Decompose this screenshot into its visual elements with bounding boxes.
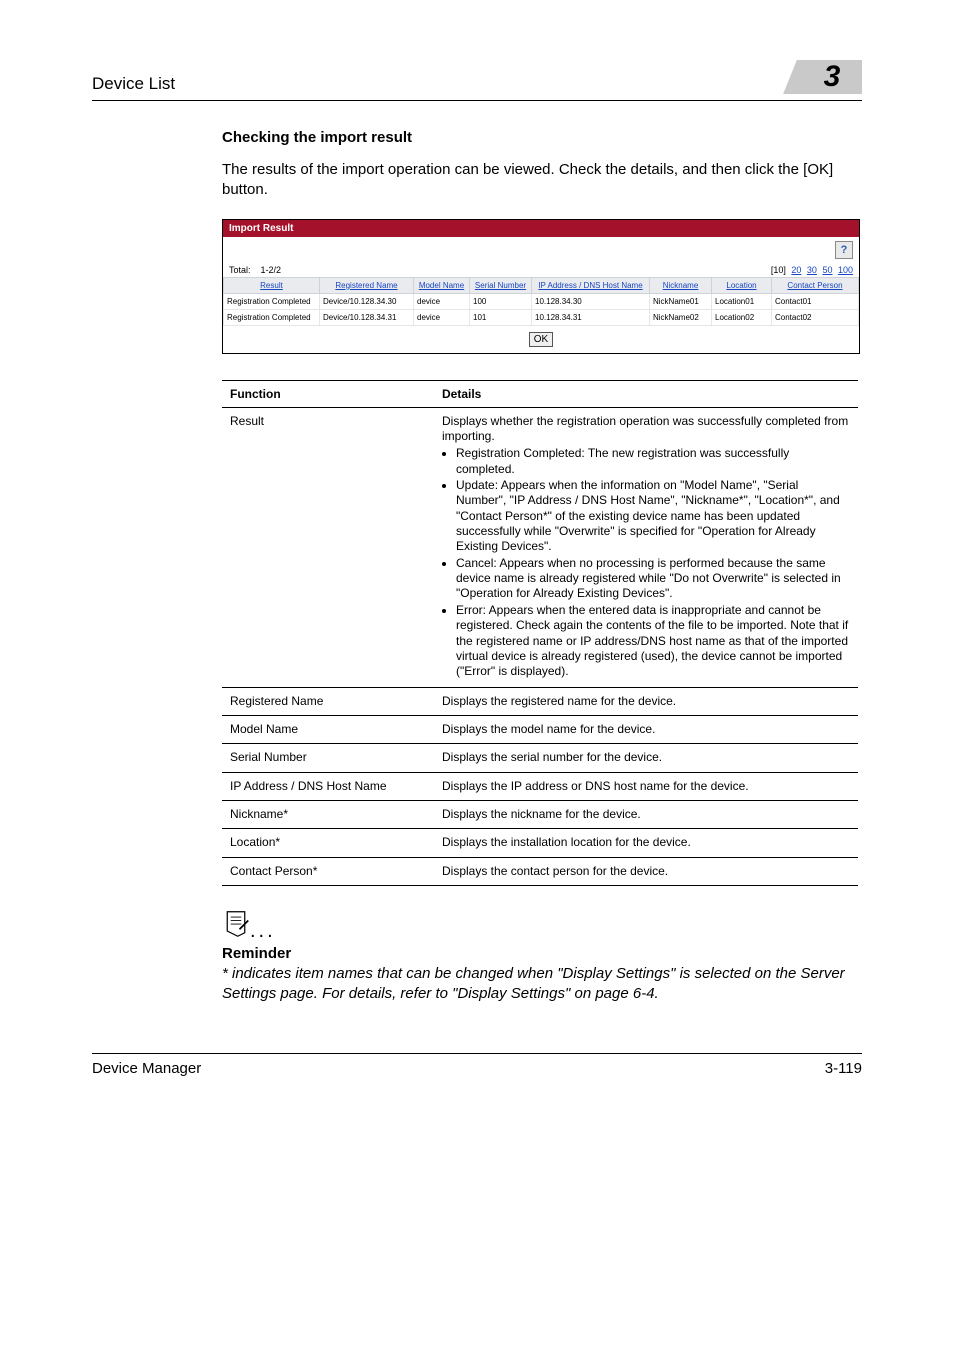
pager-100[interactable]: 100 <box>838 265 853 275</box>
fn-result-details: Displays whether the registration operat… <box>434 407 858 687</box>
reminder-heading: Reminder <box>222 945 862 962</box>
total-label: Total: 1-2/2 <box>229 265 281 275</box>
result-grid: Result Registered Name Model Name Serial… <box>223 277 859 326</box>
table-row: Registration Completed Device/10.128.34.… <box>224 293 859 309</box>
import-result-screenshot: Import Result ? Total: 1-2/2 [10] 20 30 … <box>222 219 860 354</box>
col-model[interactable]: Model Name <box>414 277 470 293</box>
col-contact[interactable]: Contact Person <box>772 277 859 293</box>
fn-loc-d: Displays the installation location for t… <box>434 829 858 857</box>
footer-right: 3-119 <box>825 1060 862 1077</box>
ellipsis-icon: ... <box>250 920 276 942</box>
fn-ip-d: Displays the IP address or DNS host name… <box>434 772 858 800</box>
fn-ip: IP Address / DNS Host Name <box>222 772 434 800</box>
footer-left: Device Manager <box>92 1060 201 1077</box>
fn-contact: Contact Person* <box>222 857 434 885</box>
pager-20[interactable]: 20 <box>791 265 801 275</box>
pager-30[interactable]: 30 <box>807 265 817 275</box>
pager: [10] 20 30 50 100 <box>771 265 853 275</box>
runhead-title: Device List <box>92 74 175 94</box>
fn-model: Model Name <box>222 715 434 743</box>
help-icon[interactable]: ? <box>835 241 853 259</box>
function-details-table: Function Details Result Displays whether… <box>222 380 858 887</box>
ok-button[interactable]: OK <box>529 332 553 347</box>
chapter-badge: 3 <box>802 60 862 94</box>
fn-nick: Nickname* <box>222 801 434 829</box>
fn-contact-d: Displays the contact person for the devi… <box>434 857 858 885</box>
fn-serial-d: Displays the serial number for the devic… <box>434 744 858 772</box>
reminder-body: * indicates item names that can be chang… <box>222 964 862 1005</box>
fn-regname: Registered Name <box>222 687 434 715</box>
chapter-number: 3 <box>824 60 841 94</box>
col-result[interactable]: Result <box>224 277 320 293</box>
th-function: Function <box>222 380 434 407</box>
table-row: Registration Completed Device/10.128.34.… <box>224 309 859 325</box>
pager-50[interactable]: 50 <box>822 265 832 275</box>
col-loc[interactable]: Location <box>712 277 772 293</box>
pager-current: [10] <box>771 265 786 275</box>
fn-regname-d: Displays the registered name for the dev… <box>434 687 858 715</box>
fn-nick-d: Displays the nickname for the device. <box>434 801 858 829</box>
section-heading: Checking the import result <box>222 129 862 146</box>
page-footer: Device Manager 3-119 <box>92 1053 862 1077</box>
fn-model-d: Displays the model name for the device. <box>434 715 858 743</box>
panel-title: Import Result <box>223 220 859 237</box>
header-rule <box>92 100 862 101</box>
col-regname[interactable]: Registered Name <box>320 277 414 293</box>
running-header: Device List 3 <box>92 60 862 94</box>
col-serial[interactable]: Serial Number <box>470 277 532 293</box>
fn-loc: Location* <box>222 829 434 857</box>
reminder-block: ... Reminder * indicates item names that… <box>222 886 862 1005</box>
col-ip[interactable]: IP Address / DNS Host Name <box>532 277 650 293</box>
col-nick[interactable]: Nickname <box>650 277 712 293</box>
note-icon <box>222 910 250 938</box>
section-intro: The results of the import operation can … <box>222 160 862 201</box>
fn-result: Result <box>222 407 434 687</box>
th-details: Details <box>434 380 858 407</box>
fn-serial: Serial Number <box>222 744 434 772</box>
